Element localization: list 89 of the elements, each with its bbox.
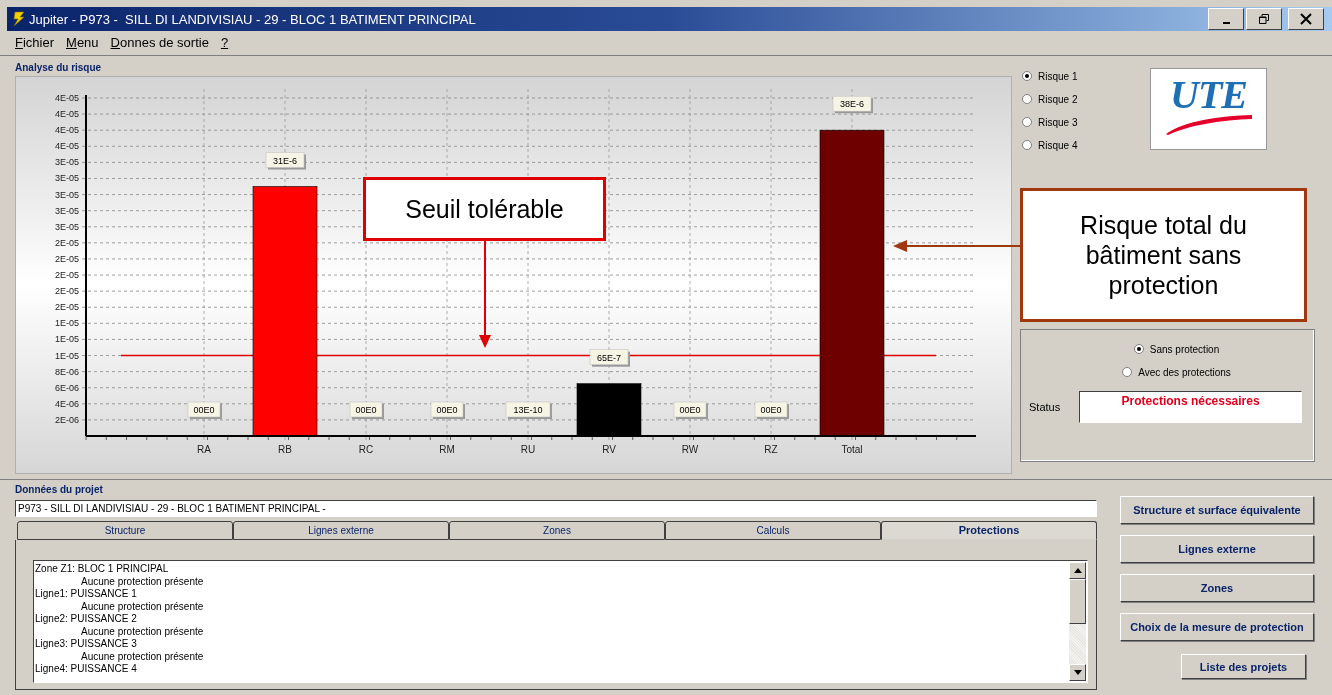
- category-label: RV: [602, 444, 616, 455]
- y-tick-label: 3E-05: [54, 205, 79, 216]
- detail-line: Aucune protection présente: [80, 650, 205, 663]
- status-label: Status: [1029, 401, 1061, 413]
- y-tick-label: 1E-05: [54, 318, 79, 329]
- action-button[interactable]: Liste des projets: [1181, 654, 1306, 679]
- tab[interactable]: Calculs: [665, 521, 881, 540]
- y-tick-label: 1E-05: [54, 334, 79, 345]
- y-tick-label: 4E-05: [54, 93, 79, 103]
- category-label: RA: [197, 444, 211, 455]
- y-tick-label: 2E-05: [54, 253, 79, 264]
- y-tick-label: 2E-05: [54, 237, 79, 248]
- tab[interactable]: Lignes externe: [233, 521, 449, 540]
- restore-button[interactable]: [1246, 8, 1282, 30]
- tab[interactable]: Zones: [449, 521, 665, 540]
- action-button[interactable]: Zones: [1120, 574, 1314, 602]
- lightning-icon: [12, 11, 26, 27]
- tab[interactable]: Structure: [17, 521, 233, 540]
- details-text-area[interactable]: [33, 560, 1088, 683]
- y-tick-label: 3E-05: [54, 189, 79, 200]
- menu-item[interactable]: Menu: [66, 35, 99, 51]
- window-title: Jupiter - P973 - SILL DI LANDIVISIAU - 29 - BLOC 1 BATIMENT PRINCIPAL: [29, 11, 476, 27]
- y-tick-label: 2E-05: [54, 270, 79, 281]
- menu-item[interactable]: ?: [220, 35, 229, 51]
- scroll-up-icon: [1073, 568, 1082, 573]
- category-label: RU: [520, 444, 536, 455]
- protection-radio[interactable]: Sans protection: [1115, 341, 1220, 357]
- value-label: 00E0: [673, 401, 708, 419]
- y-tick-label: 4E-06: [54, 398, 79, 409]
- tab[interactable]: Protections: [881, 521, 1097, 540]
- logo-text: UTE: [1170, 73, 1247, 117]
- section-title: Données du projet: [15, 484, 104, 495]
- y-tick-label: 4E-05: [54, 125, 79, 136]
- category-label: RB: [278, 444, 292, 455]
- callout-box: Risque total du bâtiment sans protection: [1020, 188, 1307, 322]
- value-label: 65E-7: [589, 349, 630, 367]
- y-tick-label: 4E-05: [54, 109, 79, 120]
- close-button[interactable]: [1288, 8, 1324, 30]
- y-tick-label: 3E-05: [54, 173, 79, 184]
- category-label: RW: [681, 444, 699, 455]
- y-tick-label: 3E-05: [54, 221, 79, 232]
- y-tick-label: 1E-05: [54, 350, 79, 361]
- action-button[interactable]: Structure et surface équivalente: [1120, 496, 1314, 524]
- action-button[interactable]: Lignes externe: [1120, 535, 1314, 563]
- value-label: 00E0: [187, 401, 222, 419]
- detail-line: Aucune protection présente: [80, 600, 205, 613]
- risk-radio[interactable]: Risque 3: [1022, 114, 1150, 130]
- minimize-button[interactable]: [1208, 8, 1244, 30]
- value-label: 31E-6: [265, 152, 306, 170]
- status-field: Protections nécessaires: [1079, 391, 1302, 423]
- section-title: Analyse du risque: [15, 62, 103, 73]
- category-label: RZ: [764, 444, 778, 455]
- protection-radio[interactable]: Avec des protections: [1104, 364, 1231, 380]
- y-tick-label: 6E-06: [54, 382, 79, 393]
- menu-item[interactable]: Fichier: [15, 35, 55, 51]
- scroll-down-icon: [1073, 670, 1082, 675]
- chart-bar: [576, 383, 642, 437]
- detail-line: Zone Z1: BLOC 1 PRINCIPAL: [35, 563, 170, 576]
- value-label: 00E0: [430, 401, 465, 419]
- risk-radio[interactable]: Risque 2: [1022, 91, 1150, 107]
- y-tick-label: 3E-05: [54, 157, 79, 168]
- detail-line: Ligne1: PUISSANCE 1: [35, 588, 138, 601]
- close-icon: [1300, 13, 1312, 25]
- value-label: 13E-10: [505, 401, 552, 419]
- project-name-field[interactable]: P973 - SILL DI LANDIVISIAU - 29 - BLOC 1 BATIMENT PRINCIPAL -: [15, 500, 1097, 517]
- minimize-icon: [1222, 22, 1230, 24]
- y-tick-label: 2E-06: [54, 414, 79, 425]
- value-label: 00E0: [754, 401, 789, 419]
- category-label: RC: [358, 444, 374, 455]
- y-tick-label: 2E-05: [54, 302, 79, 313]
- value-label: 00E0: [349, 401, 384, 419]
- callout-box: Seuil tolérable: [363, 177, 606, 241]
- y-tick-label: 8E-06: [54, 366, 79, 377]
- detail-line: Ligne2: PUISSANCE 2: [35, 613, 138, 626]
- y-tick-label: 4E-05: [54, 141, 79, 152]
- menu-item[interactable]: Donnes de sortie: [110, 35, 209, 51]
- risk-radio[interactable]: Risque 1: [1022, 68, 1150, 84]
- risk-radio[interactable]: Risque 4: [1022, 137, 1150, 153]
- action-button[interactable]: Choix de la mesure de protection: [1120, 613, 1314, 641]
- scrollbar[interactable]: [1069, 562, 1086, 681]
- value-label: 38E-6: [832, 95, 873, 114]
- detail-line: Aucune protection présente: [80, 625, 205, 638]
- y-tick-label: 2E-05: [54, 286, 79, 297]
- detail-line: Ligne3: PUISSANCE 3: [35, 638, 138, 651]
- category-label: RM: [439, 444, 455, 455]
- restore-icon: [1259, 14, 1269, 24]
- category-label: Total: [841, 444, 863, 455]
- detail-line: Aucune protection présente: [80, 575, 205, 588]
- detail-line: Ligne4: PUISSANCE 4: [35, 663, 138, 676]
